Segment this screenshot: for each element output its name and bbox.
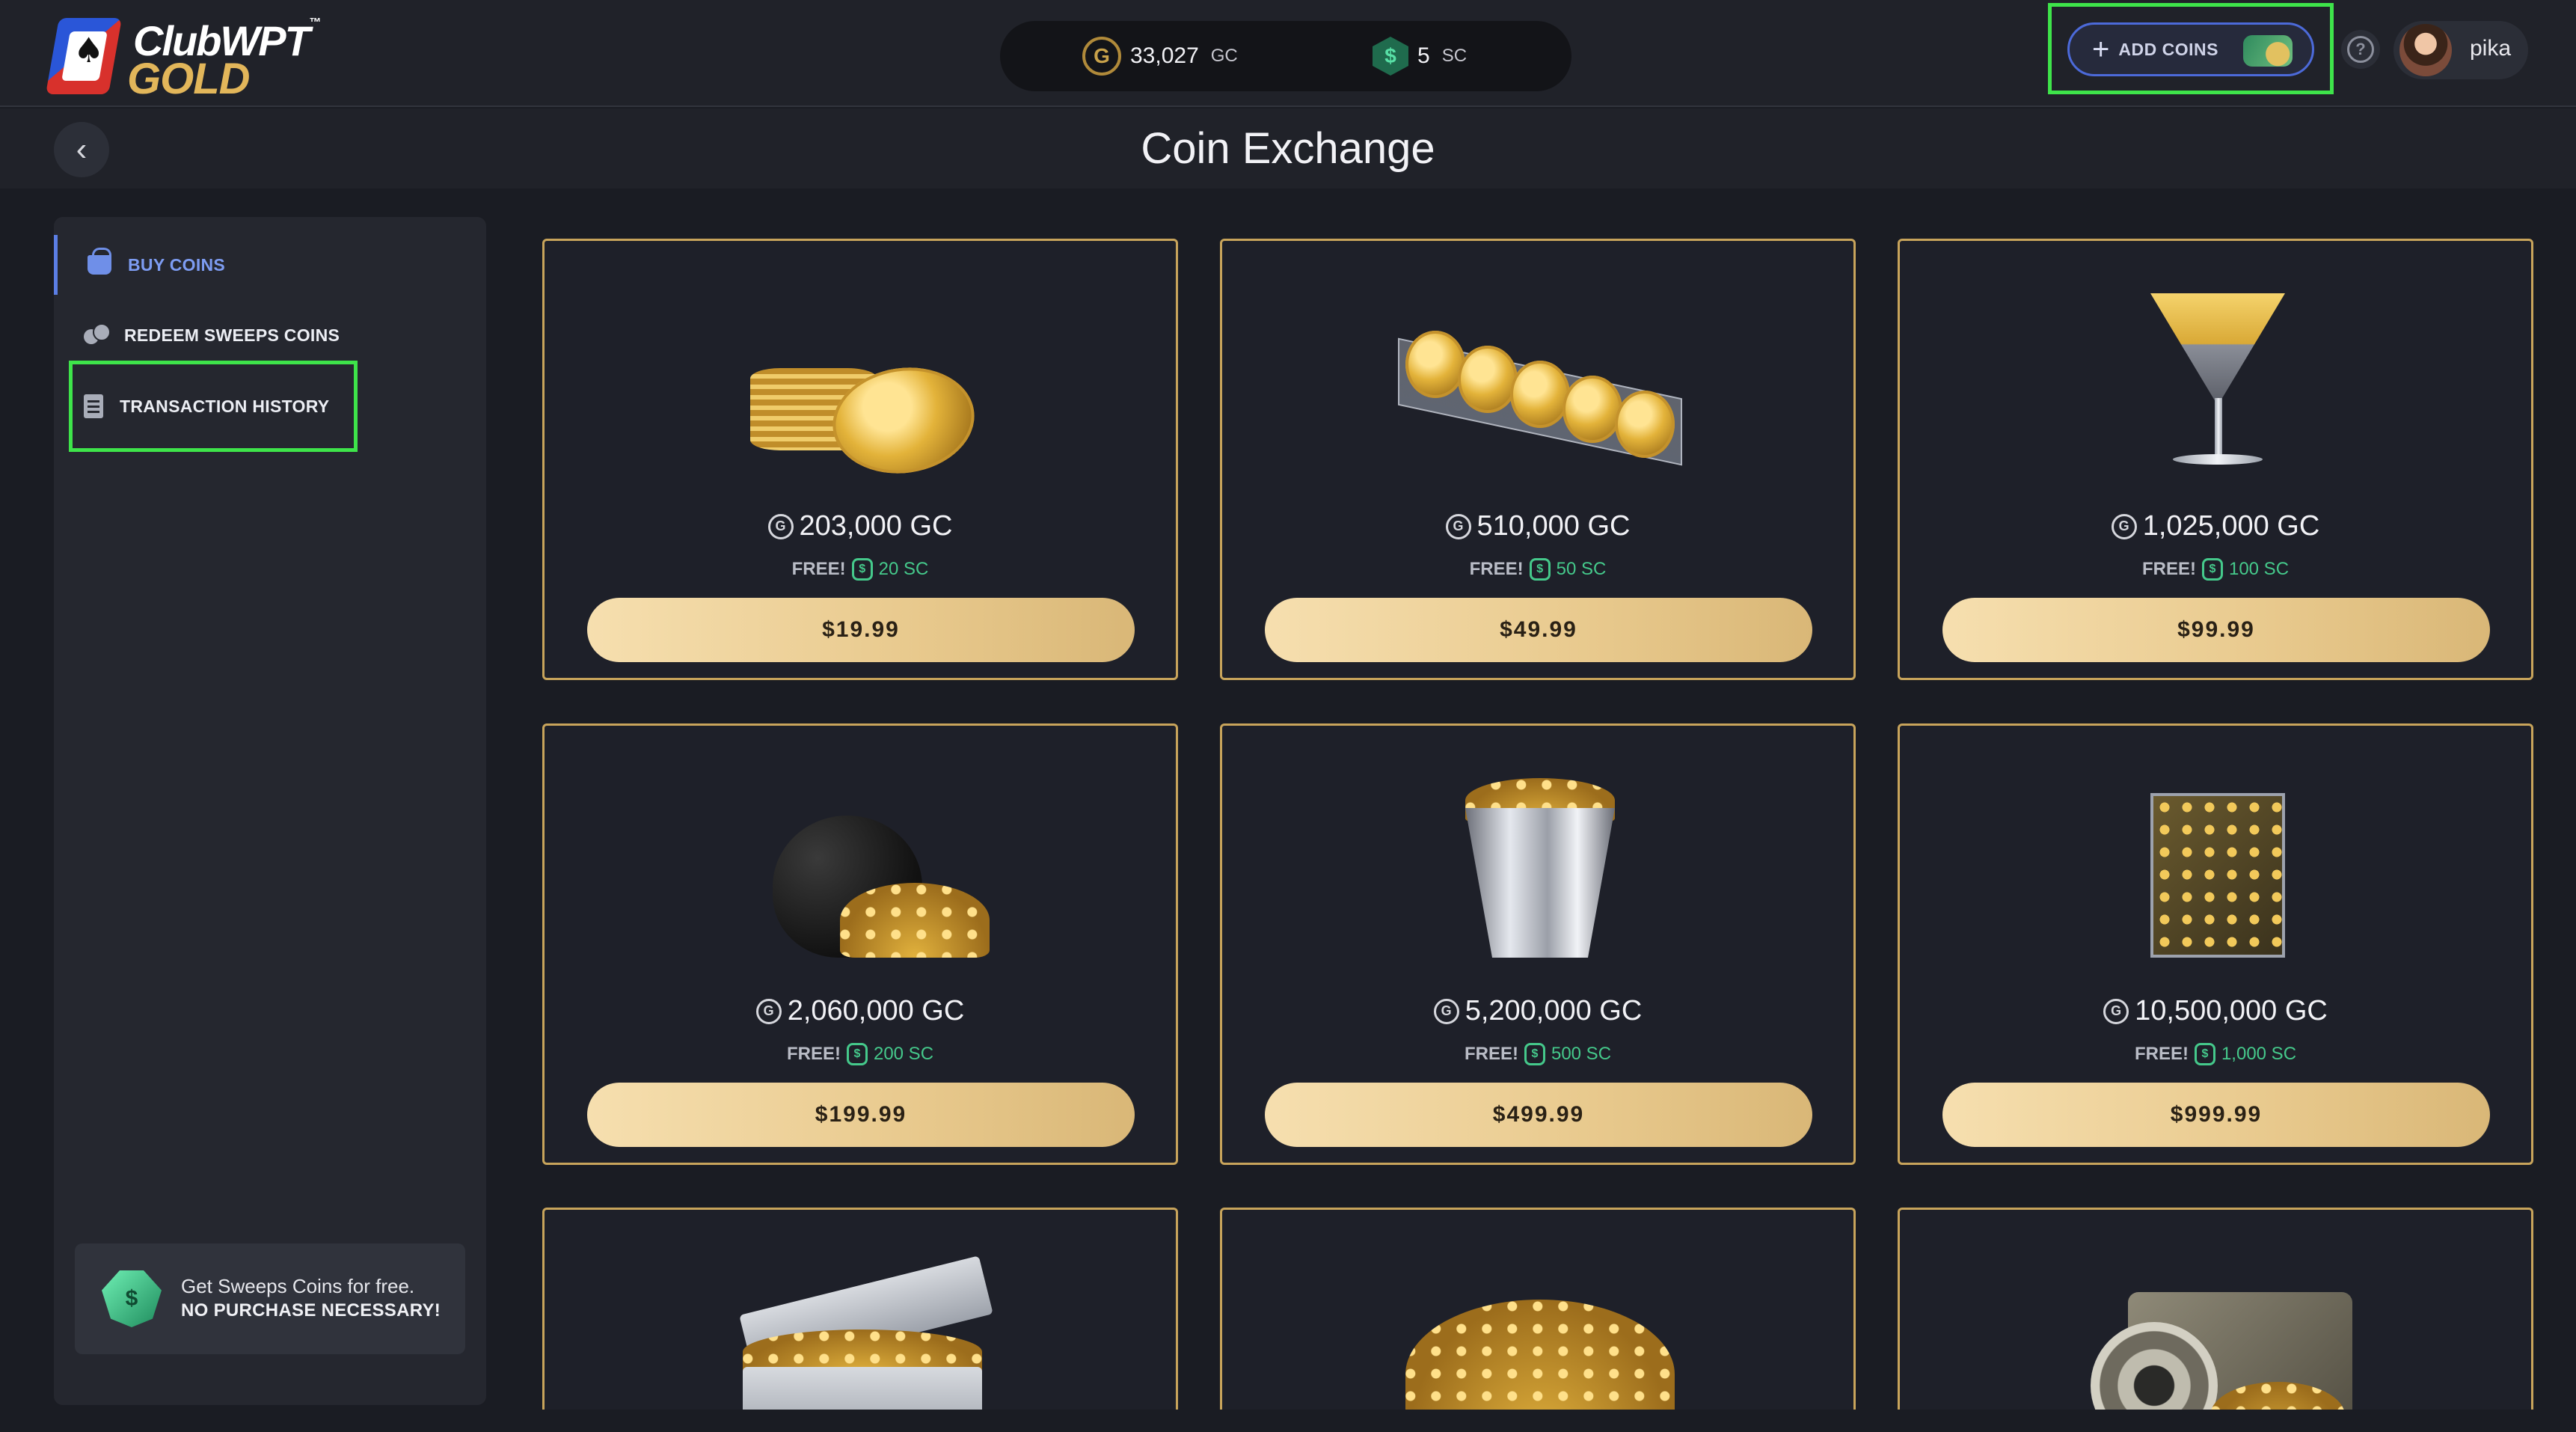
package-card[interactable] xyxy=(1898,1208,2533,1410)
sc-balance: $ 5 SC xyxy=(1373,21,1467,91)
package-card[interactable]: G 2,060,000 GC FREE! $200 SC $199.99 xyxy=(542,723,1178,1165)
avatar xyxy=(2399,24,2452,76)
handbag-image xyxy=(713,771,1012,965)
gold-coin-icon: G xyxy=(1445,513,1471,539)
sidebar-item-label: REDEEM SWEEPS COINS xyxy=(124,325,340,345)
bucket-image xyxy=(1390,771,1690,965)
coins-icon xyxy=(84,323,111,347)
free-sweeps-promo[interactable]: $ Get Sweeps Coins for free. NO PURCHASE… xyxy=(75,1243,465,1354)
coin-stack-icon xyxy=(2243,35,2293,67)
gc-balance-value: 33,027 xyxy=(1130,43,1199,68)
question-icon: ? xyxy=(2347,36,2374,63)
package-bonus: FREE! $1,000 SC xyxy=(2134,1043,2297,1065)
sidebar-item-buy-coins[interactable]: BUY COINS xyxy=(54,235,486,295)
back-button[interactable]: ‹ xyxy=(54,122,109,177)
coin-case-image xyxy=(2068,771,2367,965)
buy-button[interactable]: $19.99 xyxy=(587,598,1135,662)
treasure-chest-image xyxy=(713,1255,1012,1410)
gc-balance: G 33,027 GC xyxy=(1082,21,1238,91)
sidebar: BUY COINS REDEEM SWEEPS COINS TRANSACTIO… xyxy=(54,217,486,1405)
package-bonus: FREE! $50 SC xyxy=(1469,558,1607,581)
sweeps-coin-icon: $ xyxy=(1373,37,1408,76)
package-bonus: FREE! $200 SC xyxy=(786,1043,934,1065)
buy-button[interactable]: $499.99 xyxy=(1265,1083,1812,1147)
sweeps-coin-icon: $ xyxy=(851,558,873,581)
balance-pill: G 33,027 GC $ 5 SC xyxy=(1000,21,1571,91)
package-gc-amount: G 510,000 GC xyxy=(1222,510,1853,542)
sc-balance-value: 5 xyxy=(1417,43,1430,68)
package-card[interactable]: G 1,025,000 GC FREE! $100 SC $99.99 xyxy=(1898,239,2533,680)
package-card[interactable]: G 510,000 GC FREE! $50 SC $49.99 xyxy=(1220,239,1856,680)
package-gc-amount: G 1,025,000 GC xyxy=(1900,510,2531,542)
package-card[interactable] xyxy=(1220,1208,1856,1410)
gold-coin-icon: G xyxy=(1433,998,1459,1024)
gold-coin-icon: G xyxy=(2103,998,2129,1024)
package-card[interactable]: G 10,500,000 GC FREE! $1,000 SC $999.99 xyxy=(1898,723,2533,1165)
plus-icon: + xyxy=(2092,33,2110,66)
profile-menu[interactable]: pika xyxy=(2393,21,2528,79)
add-coins-button[interactable]: + ADD COINS xyxy=(2067,22,2314,76)
package-card[interactable]: G 203,000 GC FREE! $20 SC $19.99 xyxy=(542,239,1178,680)
basket-icon xyxy=(88,248,111,275)
package-bonus: FREE! $100 SC xyxy=(2141,558,2290,581)
martini-glass-image xyxy=(2068,286,2367,480)
sidebar-item-label: TRANSACTION HISTORY xyxy=(120,396,330,416)
package-card[interactable]: G 5,200,000 GC FREE! $500 SC $499.99 xyxy=(1220,723,1856,1165)
sidebar-item-transaction-history[interactable]: TRANSACTION HISTORY xyxy=(54,376,486,436)
buy-button[interactable]: $49.99 xyxy=(1265,598,1812,662)
logo-text-bottom: GOLD xyxy=(127,55,251,103)
clubwpt-gold-logo[interactable]: ♠ ClubWPT™ GOLD xyxy=(46,12,322,103)
buy-button[interactable]: $199.99 xyxy=(587,1083,1135,1147)
coin-tray-image xyxy=(1390,286,1690,480)
coin-stack-image xyxy=(713,286,1012,483)
help-button[interactable]: ? xyxy=(2341,30,2380,69)
package-bonus: FREE! $20 SC xyxy=(791,558,929,581)
sweeps-coin-icon: $ xyxy=(2201,558,2223,581)
package-gc-amount: G 2,060,000 GC xyxy=(545,995,1176,1027)
gold-coin-icon: G xyxy=(2111,513,2137,539)
gold-coin-icon: G xyxy=(1082,37,1121,76)
sweeps-coin-icon: $ xyxy=(1524,1043,1545,1065)
sweeps-coin-icon: $ xyxy=(846,1043,868,1065)
package-gc-amount: G 10,500,000 GC xyxy=(1900,995,2531,1027)
sweeps-coin-icon: $ xyxy=(2194,1043,2215,1065)
sweeps-gem-icon: $ xyxy=(102,1270,162,1327)
gold-coin-icon: G xyxy=(755,998,782,1024)
sc-balance-unit: SC xyxy=(1441,46,1468,66)
gold-coin-icon: G xyxy=(767,513,794,539)
chevron-left-icon: ‹ xyxy=(76,131,88,168)
vault-image xyxy=(2068,1255,2367,1410)
buy-button[interactable]: $99.99 xyxy=(1942,598,2490,662)
package-bonus: FREE! $500 SC xyxy=(1464,1043,1612,1065)
package-card[interactable] xyxy=(542,1208,1178,1410)
buy-button[interactable]: $999.99 xyxy=(1942,1083,2490,1147)
promo-line-1: Get Sweeps Coins for free. xyxy=(181,1275,415,1297)
receipt-icon xyxy=(84,394,103,418)
coin-pile-image xyxy=(1390,1255,1690,1410)
sidebar-item-label: BUY COINS xyxy=(128,254,226,275)
package-gc-amount: G 5,200,000 GC xyxy=(1222,995,1853,1027)
package-gc-amount: G 203,000 GC xyxy=(545,510,1176,542)
title-bar: Coin Exchange ‹ xyxy=(0,108,2576,189)
add-coins-label: ADD COINS xyxy=(2118,39,2218,59)
username: pika xyxy=(2470,36,2512,61)
sidebar-item-redeem-sweeps-coins[interactable]: REDEEM SWEEPS COINS xyxy=(54,305,486,365)
page-title: Coin Exchange xyxy=(1141,124,1435,173)
sweeps-coin-icon: $ xyxy=(1529,558,1551,581)
gc-balance-unit: GC xyxy=(1210,46,1238,66)
spade-icon: ♠ xyxy=(73,30,105,70)
promo-line-2: NO PURCHASE NECESSARY! xyxy=(181,1300,441,1321)
top-bar: ♠ ClubWPT™ GOLD G 33,027 GC $ 5 SC + ADD… xyxy=(0,0,2576,107)
